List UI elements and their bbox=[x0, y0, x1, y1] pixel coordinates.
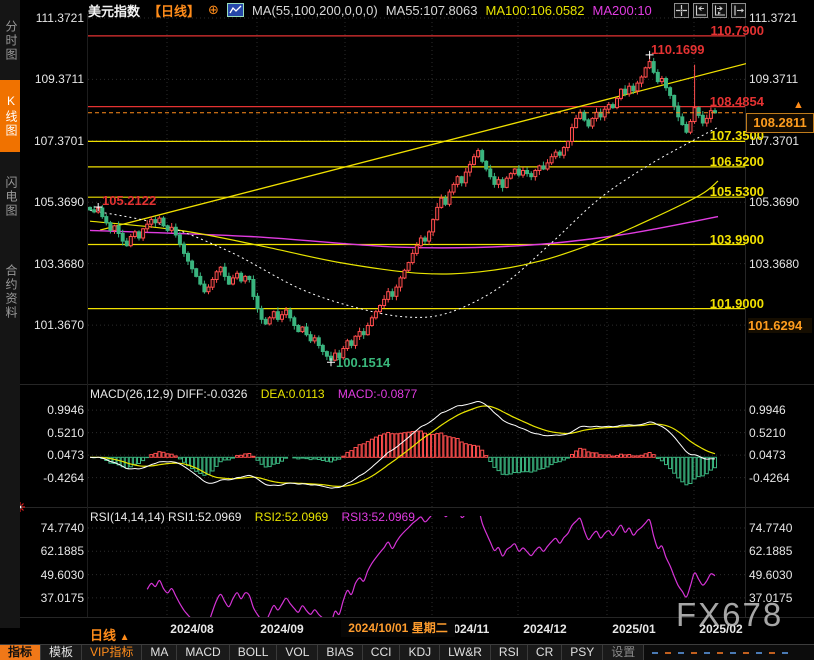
tab-bias[interactable]: BIAS bbox=[318, 645, 362, 660]
sidebar-item-contract-info[interactable]: 合约资料 bbox=[0, 246, 20, 338]
level-label-106-52: 106.5200 bbox=[689, 154, 764, 169]
date-tick: 2025/01 bbox=[604, 622, 664, 636]
chart-window: 分时图 K线图 闪电图 合约资料 美元指数 【日线】 ⊕ MA(55,100,2… bbox=[0, 0, 814, 660]
tab-psy[interactable]: PSY bbox=[562, 645, 603, 660]
chart-tools bbox=[674, 3, 746, 18]
mini-chart-icon[interactable] bbox=[227, 3, 244, 17]
tab-vip-indicator[interactable]: VIP指标 bbox=[82, 645, 142, 660]
tab-lwr[interactable]: LW&R bbox=[440, 645, 491, 660]
current-price-box: 108.2811 bbox=[746, 113, 814, 133]
tab-template[interactable]: 模板 bbox=[41, 645, 82, 660]
watermark: FX678 bbox=[676, 596, 783, 634]
swing-low-label: 100.1514 bbox=[336, 355, 390, 370]
macd-dea-value: DEA:0.0113 bbox=[261, 387, 325, 401]
low-price-label: 101.6294 bbox=[748, 318, 812, 333]
scale-left-icon[interactable] bbox=[693, 3, 708, 18]
level-label-108-4854: 108.4854 bbox=[689, 94, 764, 109]
tab-cci[interactable]: CCI bbox=[363, 645, 401, 660]
chevron-up-icon: ▲ bbox=[120, 632, 130, 643]
symbol-title: 美元指数 bbox=[88, 1, 140, 20]
macd-value: MACD:-0.0877 bbox=[338, 387, 417, 401]
tab-rsi[interactable]: RSI bbox=[491, 645, 528, 660]
tab-settings[interactable]: 设置 bbox=[603, 645, 644, 660]
macd-title: MACD(26,12,9) DIFF:-0.0326 bbox=[90, 387, 247, 401]
period-tag: 【日线】 bbox=[148, 1, 200, 20]
ma200-value: MA200:10 bbox=[593, 3, 652, 18]
add-indicator-icon[interactable]: ⊕ bbox=[208, 2, 219, 18]
left-sidebar: 分时图 K线图 闪电图 合约资料 bbox=[0, 0, 20, 628]
tab-cr[interactable]: CR bbox=[528, 645, 562, 660]
tab-kdj[interactable]: KDJ bbox=[400, 645, 440, 660]
tab-ma[interactable]: MA bbox=[142, 645, 177, 660]
period-selector[interactable]: 日线 ▲ bbox=[90, 625, 130, 644]
level-label-105-53: 105.5300 bbox=[689, 184, 764, 199]
tab-macd[interactable]: MACD bbox=[177, 645, 229, 660]
level-label-101-90: 101.9000 bbox=[689, 296, 764, 311]
price-alert-marker-icon: ▲ bbox=[793, 99, 804, 111]
level-label-110-79: 110.7900 bbox=[689, 23, 764, 38]
rsi2-value: RSI2:52.0969 bbox=[255, 510, 328, 524]
chart-header: 美元指数 【日线】 ⊕ MA(55,100,200,0,0,0) MA55:10… bbox=[88, 2, 652, 18]
tab-indicator[interactable]: 指标 bbox=[0, 645, 41, 660]
ma-params-label: MA(55,100,200,0,0,0) bbox=[252, 3, 378, 18]
rsi-header: RSI(14,14,14) RSI1:52.0969 RSI2:52.0969 … bbox=[90, 510, 415, 524]
data-minimap[interactable] bbox=[644, 645, 814, 660]
scale-right-icon[interactable] bbox=[712, 3, 727, 18]
crosshair-icon[interactable] bbox=[674, 3, 689, 18]
tab-boll[interactable]: BOLL bbox=[230, 645, 278, 660]
indicator-toolbar: 指标 模板 VIP指标 MA MACD BOLL VOL BIAS CCI KD… bbox=[0, 644, 814, 660]
sidebar-item-kline[interactable]: K线图 bbox=[0, 80, 20, 152]
date-tick: 2024/12 bbox=[515, 622, 575, 636]
macd-header: MACD(26,12,9) DIFF:-0.0326 DEA:0.0113 MA… bbox=[90, 387, 417, 401]
level-label-103-99: 103.9900 bbox=[689, 232, 764, 247]
ma100-value: MA100:106.0582 bbox=[485, 3, 584, 18]
date-tick: 2024/09 bbox=[252, 622, 312, 636]
swing-high-label: 105.2122 bbox=[102, 193, 156, 208]
sidebar-item-flash[interactable]: 闪电图 bbox=[0, 162, 20, 232]
swing-peak-label: 110.1699 bbox=[651, 42, 705, 57]
sidebar-item-timeline[interactable]: 分时图 bbox=[0, 6, 20, 76]
rsi1-value: RSI(14,14,14) RSI1:52.0969 bbox=[90, 510, 241, 524]
date-tooltip: 2024/10/01 星期二 bbox=[341, 620, 455, 637]
date-tick: 2024/08 bbox=[162, 622, 222, 636]
ma55-value: MA55:107.8063 bbox=[386, 3, 478, 18]
tab-vol[interactable]: VOL bbox=[277, 645, 318, 660]
pan-right-icon[interactable] bbox=[731, 3, 746, 18]
rsi3-value: RSI3:52.0969 bbox=[342, 510, 415, 524]
